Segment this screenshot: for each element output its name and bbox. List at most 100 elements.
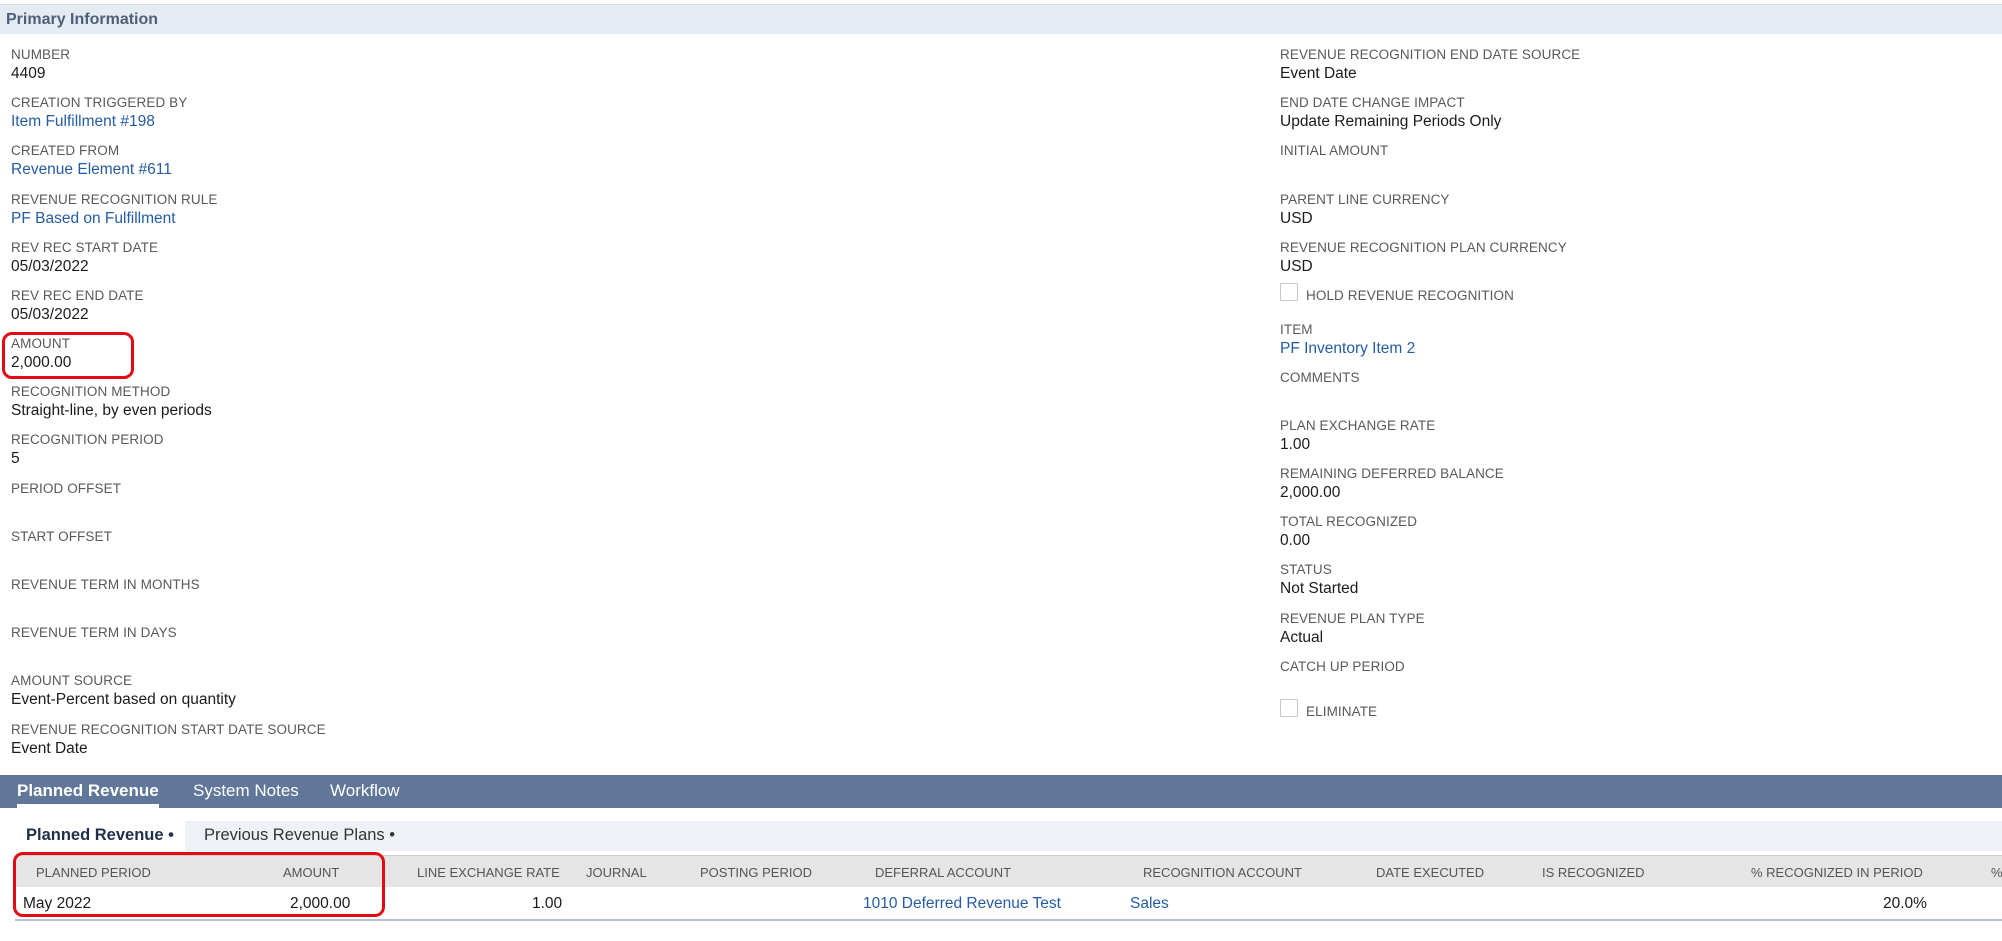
field-amount-source: AMOUNT SOURCE Event-Percent based on qua… [11,673,236,709]
tab-system-notes[interactable]: System Notes [193,781,299,801]
field-label: REVENUE RECOGNITION END DATE SOURCE [1280,47,1581,62]
tab-planned-revenue[interactable]: Planned Revenue [17,781,159,808]
deferral-account-link[interactable]: 1010 Deferred Revenue Test [863,895,1061,913]
field-rev-rec-end-date: REV REC END DATE 05/03/2022 [11,288,144,324]
primary-information-header: Primary Information [0,4,2002,34]
hold-revenue-recognition-row: HOLD REVENUE RECOGNITION [1280,283,1514,304]
col-journal: JOURNAL [586,865,647,880]
field-value: Straight-line, by even periods [11,402,212,419]
col-is-recognized: IS RECOGNIZED [1542,865,1645,880]
field-label: STATUS [1280,562,1332,577]
field-value: 2,000.00 [1280,484,1341,501]
subtab-planned-revenue[interactable]: Planned Revenue • [26,826,174,845]
amount-highlight-box [2,332,134,379]
field-total-recognized: TOTAL RECOGNIZED 0.00 [1280,514,1417,550]
field-label: PLAN EXCHANGE RATE [1280,418,1436,433]
field-label: NUMBER [11,47,71,62]
cell-line-exchange-rate: 1.00 [532,895,563,912]
field-label: CATCH UP PERIOD [1280,659,1405,674]
field-label: RECOGNITION PERIOD [11,432,164,447]
field-label: END DATE CHANGE IMPACT [1280,95,1465,110]
field-end-date-source: REVENUE RECOGNITION END DATE SOURCE Even… [1280,47,1580,83]
field-revenue-term-months: REVENUE TERM IN MONTHS [11,577,200,595]
field-label: CREATION TRIGGERED BY [11,95,188,110]
field-value: USD [1280,258,1313,275]
field-status: STATUS Not Started [1280,562,1358,598]
field-value: Event-Percent based on quantity [11,691,236,708]
field-value: 05/03/2022 [11,306,89,323]
field-label: PERIOD OFFSET [11,481,122,496]
revenue-element-link[interactable]: Revenue Element #611 [11,161,172,179]
field-label: START OFFSET [11,529,112,544]
field-value: Event Date [11,740,88,757]
field-plan-exchange-rate: PLAN EXCHANGE RATE 1.00 [1280,418,1435,454]
field-comments: COMMENTS [1280,370,1360,388]
eliminate-checkbox[interactable] [1280,699,1298,717]
field-label: REVENUE TERM IN DAYS [11,625,177,640]
field-label: REVENUE TERM IN MONTHS [11,577,200,592]
field-rev-rec-start-date: REV REC START DATE 05/03/2022 [11,240,158,276]
checkbox-label: ELIMINATE [1306,703,1378,719]
field-revenue-recognition-rule: REVENUE RECOGNITION RULE PF Based on Ful… [11,192,217,228]
field-value: 05/03/2022 [11,258,89,275]
field-label: REV REC END DATE [11,288,144,303]
field-end-date-change-impact: END DATE CHANGE IMPACT Update Remaining … [1280,95,1501,131]
field-recognition-method: RECOGNITION METHOD Straight-line, by eve… [11,384,212,420]
field-label: REVENUE RECOGNITION PLAN CURRENCY [1280,240,1567,255]
field-parent-line-currency: PARENT LINE CURRENCY USD [1280,192,1450,228]
hold-revenue-recognition-checkbox[interactable] [1280,283,1298,301]
field-created-from: CREATED FROM Revenue Element #611 [11,143,172,179]
section-title: Primary Information [6,11,159,28]
col-date-executed: DATE EXECUTED [1376,865,1485,880]
col-posting-period: POSTING PERIOD [700,865,812,880]
field-initial-amount: INITIAL AMOUNT [1280,143,1388,161]
field-label: COMMENTS [1280,370,1360,385]
eliminate-row: ELIMINATE [1280,699,1378,720]
field-label: ITEM [1280,322,1313,337]
field-value: Update Remaining Periods Only [1280,113,1502,130]
field-label: INITIAL AMOUNT [1280,143,1389,158]
field-start-date-source: REVENUE RECOGNITION START DATE SOURCE Ev… [11,722,326,758]
field-value: Event Date [1280,65,1357,82]
recognition-account-link[interactable]: Sales [1130,895,1169,913]
field-value: 0.00 [1280,532,1311,549]
main-tab-bar: Planned Revenue System Notes Workflow [0,775,2002,808]
field-recognition-period: RECOGNITION PERIOD 5 [11,432,164,468]
field-label: REVENUE RECOGNITION START DATE SOURCE [11,722,326,737]
field-label: PARENT LINE CURRENCY [1280,192,1450,207]
planned-row-highlight-box [13,852,385,917]
field-label: REVENUE RECOGNITION RULE [11,192,218,207]
cell-pct-recognized: 20.0% [1883,895,1927,912]
col-deferral-account: DEFERRAL ACCOUNT [875,865,1012,880]
subtab-previous-revenue-plans[interactable]: Previous Revenue Plans • [204,826,395,845]
col-recognition-account: RECOGNITION ACCOUNT [1143,865,1302,880]
field-label: TOTAL RECOGNIZED [1280,514,1418,529]
col-line-exchange-rate: LINE EXCHANGE RATE [417,865,560,880]
field-item: ITEM PF Inventory Item 2 [1280,322,1415,358]
field-remaining-deferred-balance: REMAINING DEFERRED BALANCE 2,000.00 [1280,466,1504,502]
field-label: REMAINING DEFERRED BALANCE [1280,466,1504,481]
table-bottom-border [15,919,2002,921]
field-start-offset: START OFFSET [11,529,112,547]
field-label: RECOGNITION METHOD [11,384,171,399]
field-number: NUMBER 4409 [11,47,70,83]
col-pct: % [1991,865,2002,880]
revenue-rule-link[interactable]: PF Based on Fulfillment [11,210,217,228]
field-plan-currency: REVENUE RECOGNITION PLAN CURRENCY USD [1280,240,1567,276]
field-value: Not Started [1280,580,1359,597]
col-pct-recognized-in-period: % RECOGNIZED IN PERIOD [1751,865,1923,880]
field-revenue-plan-type: REVENUE PLAN TYPE Actual [1280,611,1425,647]
field-label: REVENUE PLAN TYPE [1280,611,1425,626]
item-fulfillment-link[interactable]: Item Fulfillment #198 [11,113,187,131]
item-link[interactable]: PF Inventory Item 2 [1280,340,1415,358]
tab-workflow[interactable]: Workflow [330,781,400,801]
field-revenue-term-days: REVENUE TERM IN DAYS [11,625,177,643]
field-value: 4409 [11,65,46,82]
field-period-offset: PERIOD OFFSET [11,481,121,499]
field-value: 5 [11,450,20,467]
field-value: Actual [1280,629,1324,646]
field-label: AMOUNT SOURCE [11,673,133,688]
field-label: CREATED FROM [11,143,120,158]
field-catch-up-period: CATCH UP PERIOD [1280,659,1405,677]
checkbox-label: HOLD REVENUE RECOGNITION [1306,287,1514,303]
